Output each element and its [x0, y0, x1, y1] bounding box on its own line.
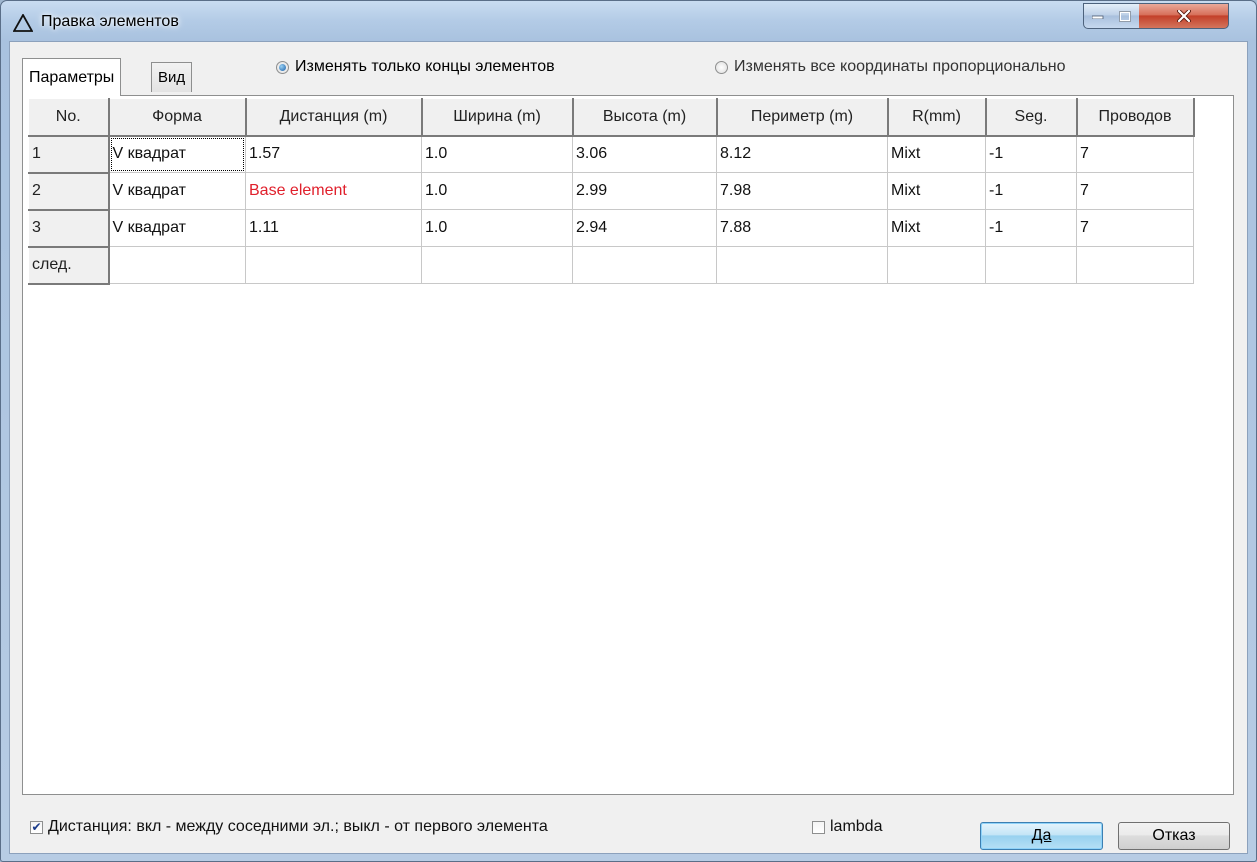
cell-perimeter[interactable]: 7.88	[716, 209, 888, 247]
cell-distance-base-element[interactable]: Base element	[245, 172, 422, 210]
ok-button-label: Да	[1031, 827, 1052, 844]
cell-perimeter[interactable]	[716, 246, 888, 284]
cell-height[interactable]: 3.06	[572, 135, 717, 173]
cell-width[interactable]: 1.0	[421, 135, 573, 173]
cell-radius[interactable]: Mixt	[887, 135, 986, 173]
cell-seg[interactable]: -1	[985, 135, 1077, 173]
table-row: 1 V квадрат 1.57 1.0 3.06 8.12 Mixt -1 7	[28, 135, 1194, 174]
cell-radius[interactable]: Mixt	[887, 172, 986, 210]
minimize-icon	[1091, 15, 1103, 19]
cell-distance[interactable]: 1.11	[245, 209, 422, 247]
cell-width[interactable]: 1.0	[421, 209, 573, 247]
parameters-panel: No. Форма Дистанция (m) Ширина (m) Высот…	[22, 95, 1234, 795]
cell-height[interactable]: 2.94	[572, 209, 717, 247]
cell-radius[interactable]	[887, 246, 986, 284]
table-row: 2 V квадрат Base element 1.0 2.99 7.98 M…	[28, 172, 1194, 211]
minimize-button[interactable]	[1083, 3, 1112, 29]
cell-shape[interactable]	[108, 246, 246, 284]
cell-wires[interactable]	[1076, 246, 1194, 284]
elements-table: No. Форма Дистанция (m) Ширина (m) Высот…	[28, 98, 1195, 285]
cell-shape[interactable]: V квадрат	[108, 209, 246, 247]
column-header-radius[interactable]: R(mm)	[887, 98, 987, 137]
cell-wires[interactable]: 7	[1076, 209, 1194, 247]
cell-seg[interactable]: -1	[985, 209, 1077, 247]
tab-parameters[interactable]: Параметры	[22, 58, 122, 96]
close-button[interactable]	[1139, 3, 1229, 29]
distance-mode-label: Дистанция: вкл - между соседними эл.; вы…	[48, 818, 548, 835]
row-header[interactable]: 2	[28, 172, 110, 211]
cell-distance[interactable]: 1.57	[245, 135, 422, 173]
row-header[interactable]: 1	[28, 135, 110, 174]
cell-perimeter[interactable]: 7.98	[716, 172, 888, 210]
table-header-row: No. Форма Дистанция (m) Ширина (m) Высот…	[28, 98, 1195, 137]
checkbox-unchecked-icon[interactable]	[812, 820, 825, 834]
cell-width[interactable]: 1.0	[421, 172, 573, 210]
column-header-height[interactable]: Высота (m)	[572, 98, 718, 137]
column-header-distance[interactable]: Дистанция (m)	[245, 98, 423, 137]
table-row: 3 V квадрат 1.11 1.0 2.94 7.88 Mixt -1 7	[28, 209, 1194, 248]
radio-change-ends-only[interactable]: Изменять только концы элементов	[276, 58, 555, 76]
antenna-triangle-icon	[13, 14, 33, 32]
dialog-window: Правка элементов Параметры Вид Изменять …	[0, 0, 1257, 862]
row-header[interactable]: 3	[28, 209, 110, 248]
radio-unselected-icon[interactable]	[715, 60, 728, 74]
checkbox-checked-icon[interactable]: ✔	[30, 820, 43, 834]
ok-button[interactable]: Да	[980, 822, 1103, 850]
radio-change-proportional[interactable]: Изменять все координаты пропорционально	[715, 58, 1066, 76]
cell-seg[interactable]	[985, 246, 1077, 284]
close-icon	[1176, 10, 1191, 22]
cell-wires[interactable]: 7	[1076, 172, 1194, 210]
lambda-label: lambda	[830, 818, 883, 835]
distance-mode-checkbox[interactable]: ✔ Дистанция: вкл - между соседними эл.; …	[30, 818, 548, 836]
row-header-next[interactable]: след.	[28, 246, 110, 285]
cancel-button[interactable]: Отказ	[1118, 822, 1230, 850]
column-header-perimeter[interactable]: Периметр (m)	[716, 98, 889, 137]
radio-selected-icon[interactable]	[276, 60, 289, 74]
column-header-width[interactable]: Ширина (m)	[421, 98, 574, 137]
cell-seg[interactable]: -1	[985, 172, 1077, 210]
table-row-new: след.	[28, 246, 1194, 285]
column-header-no[interactable]: No.	[28, 98, 110, 137]
radio-change-ends-only-label: Изменять только концы элементов	[295, 58, 555, 75]
cell-shape[interactable]: V квадрат	[108, 172, 246, 210]
title-bar[interactable]: Правка элементов	[1, 1, 1256, 41]
dialog-client-area: Параметры Вид Изменять только концы элем…	[9, 41, 1248, 854]
cell-height[interactable]	[572, 246, 717, 284]
column-header-wires[interactable]: Проводов	[1076, 98, 1195, 137]
lambda-checkbox[interactable]: lambda	[812, 818, 882, 836]
cell-wires[interactable]: 7	[1076, 135, 1194, 173]
cell-perimeter[interactable]: 8.12	[716, 135, 888, 173]
cell-width[interactable]	[421, 246, 573, 284]
radio-change-proportional-label: Изменять все координаты пропорционально	[734, 58, 1066, 75]
maximize-button[interactable]	[1111, 3, 1140, 29]
tab-view[interactable]: Вид	[151, 62, 193, 92]
cell-distance[interactable]	[245, 246, 422, 284]
column-header-seg[interactable]: Seg.	[985, 98, 1078, 137]
cell-shape[interactable]: V квадрат	[108, 135, 246, 173]
maximize-icon	[1119, 10, 1131, 22]
window-title: Правка элементов	[41, 13, 179, 30]
cell-radius[interactable]: Mixt	[887, 209, 986, 247]
cell-height[interactable]: 2.99	[572, 172, 717, 210]
column-header-shape[interactable]: Форма	[108, 98, 247, 137]
